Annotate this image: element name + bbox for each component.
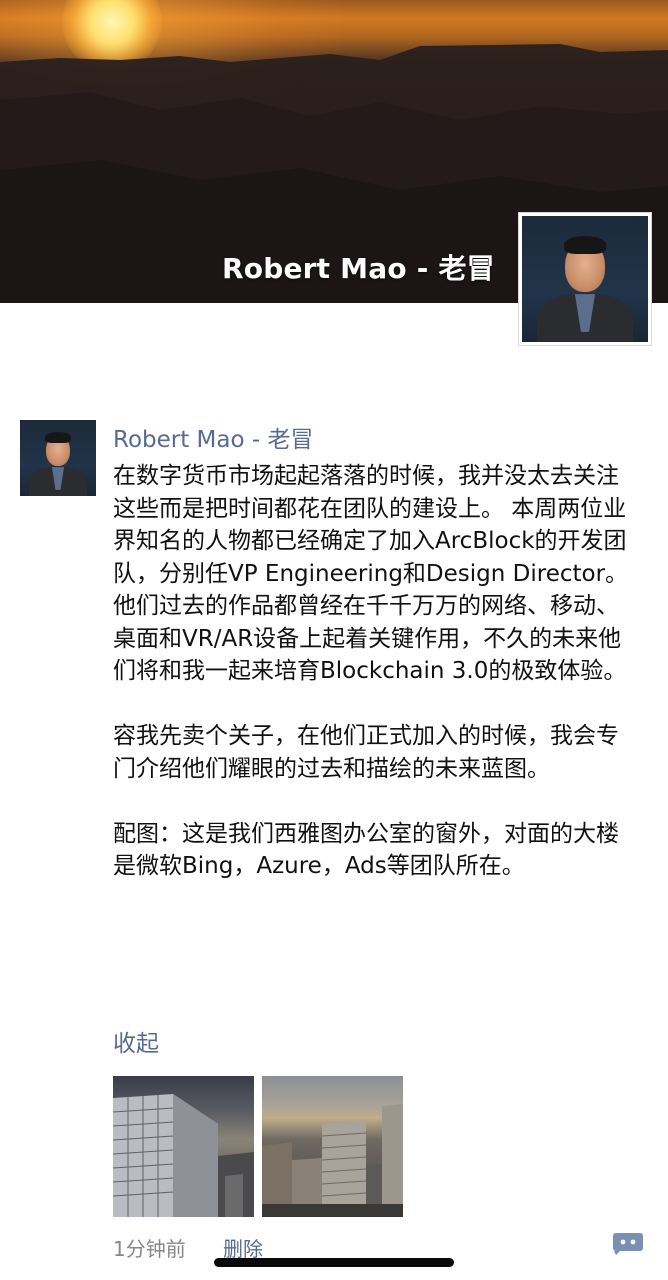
post-photo[interactable] [113,1076,254,1217]
post-paragraph: 容我先卖个关子，在他们正式加入的时候，我会专门介绍他们耀眼的过去和描绘的未来蓝图… [113,723,619,782]
post-paragraph: 在数字货币市场起起落落的时候，我并没太去关注这些而是把时间都花在团队的建设上。 … [113,463,629,684]
comment-bubble-icon[interactable] [612,1232,644,1256]
post-paragraph: 配图：这是我们西雅图办公室的窗外，对面的大楼是微软Bing，Azure，Ads等… [113,820,619,880]
office-building-photo [113,1094,254,1217]
post-author-name[interactable]: Robert Mao - 老冒 [113,420,314,454]
cover-avatar[interactable] [518,212,652,346]
post-photo[interactable] [262,1076,403,1217]
post-author-avatar[interactable] [20,420,96,496]
city-view-photo [262,1104,403,1217]
home-indicator [214,1258,454,1267]
avatar-image [522,216,648,342]
collapse-link[interactable]: 收起 [113,1024,159,1058]
post-timestamp: 1分钟前 [113,1237,186,1261]
cover-profile-name[interactable]: Robert Mao - 老冒 [222,247,495,287]
post-text: 在数字货币市场起起落落的时候，我并没太去关注这些而是把时间都花在团队的建设上。 … [113,460,641,883]
avatar-image [20,420,96,496]
